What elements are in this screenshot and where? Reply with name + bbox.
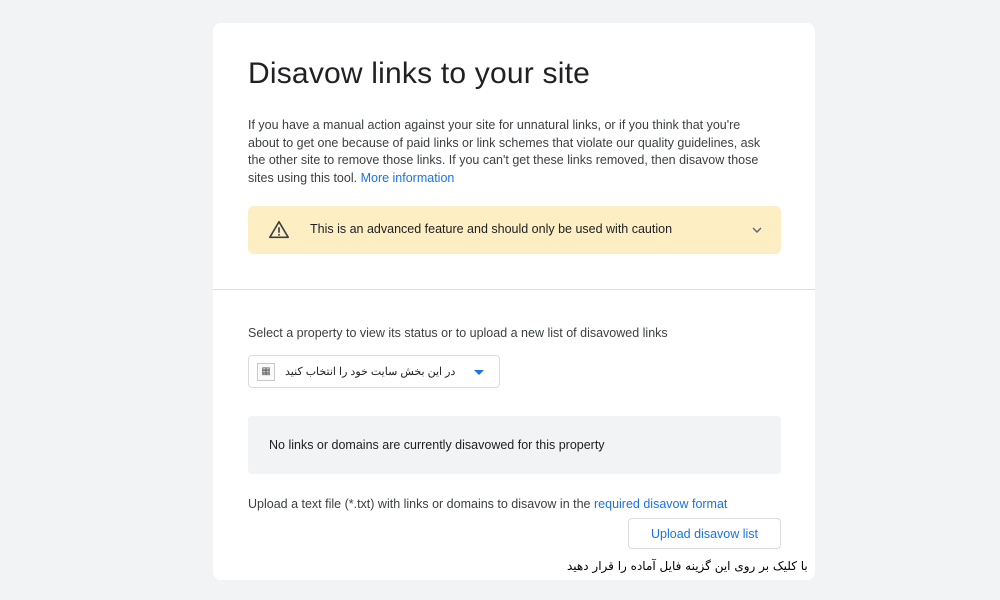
upload-instructions: Upload a text file (*.txt) with links or… [248, 497, 727, 511]
property-select-label: Select a property to view its status or … [248, 326, 668, 340]
caution-banner[interactable]: This is an advanced feature and should o… [248, 206, 781, 254]
warning-triangle-icon [269, 220, 289, 239]
caution-text: This is an advanced feature and should o… [310, 222, 673, 236]
upload-disavow-list-button[interactable]: Upload disavow list [628, 518, 781, 549]
status-message: No links or domains are currently disavo… [269, 438, 605, 452]
page-title: Disavow links to your site [248, 57, 590, 90]
section-divider [213, 289, 815, 290]
intro-text: If you have a manual action against your… [248, 118, 761, 185]
property-selected-value: در این بخش سایت خود را انتخاب کنید [285, 366, 456, 378]
chevron-down-icon[interactable] [749, 222, 765, 238]
site-favicon-icon: ▦ [257, 363, 275, 381]
more-information-link[interactable]: More information [361, 171, 455, 185]
intro-paragraph: If you have a manual action against your… [248, 117, 773, 187]
upload-instructions-text: Upload a text file (*.txt) with links or… [248, 497, 591, 511]
disavow-card: Disavow links to your site If you have a… [213, 23, 815, 580]
property-dropdown[interactable]: ▦ در این بخش سایت خود را انتخاب کنید [248, 355, 500, 388]
disavow-format-link[interactable]: required disavow format [594, 497, 727, 511]
caret-down-icon[interactable] [474, 370, 484, 375]
disavow-status-box: No links or domains are currently disavo… [248, 416, 781, 474]
annotation-caption: با کلیک بر روی این گزینه فایل آماده را ق… [567, 559, 808, 573]
